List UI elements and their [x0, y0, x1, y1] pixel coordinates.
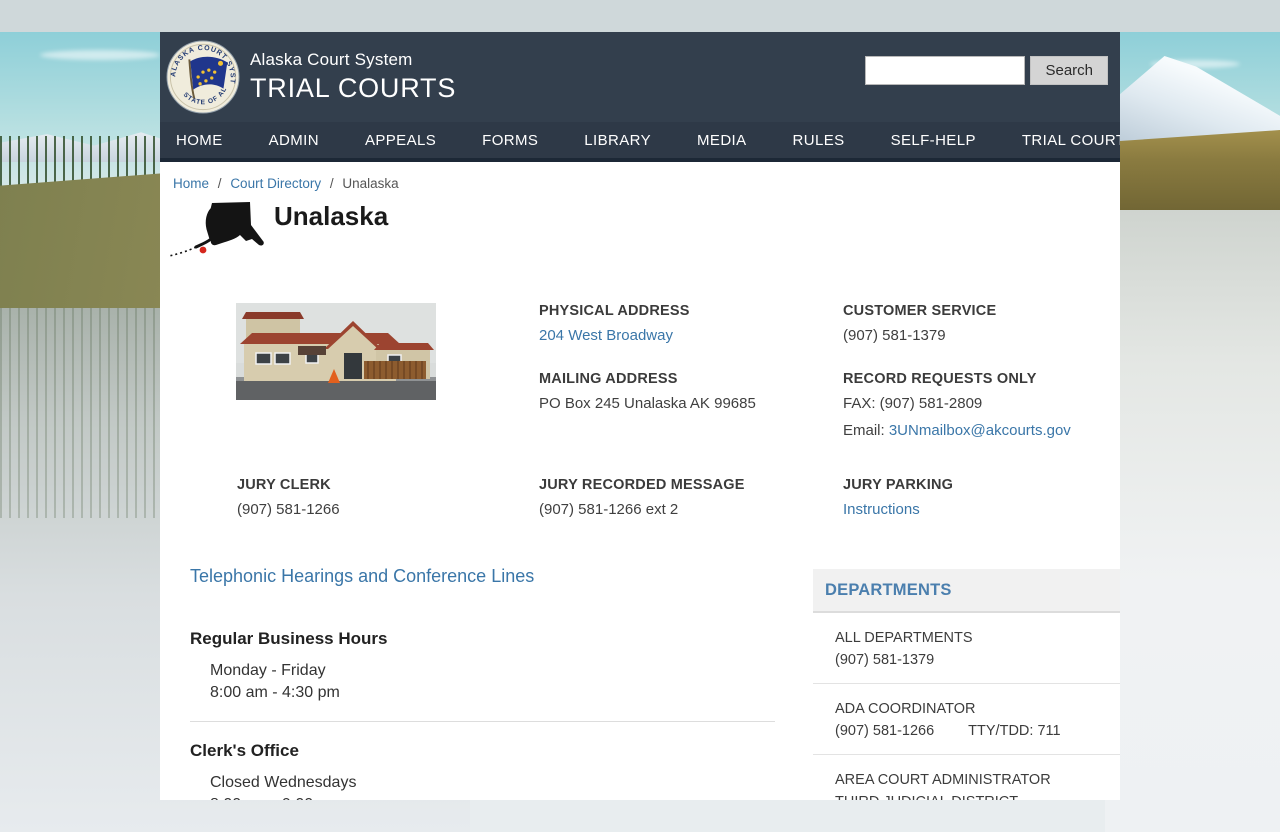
customer-service-label: CUSTOMER SERVICE — [843, 303, 997, 319]
breadcrumb-home-link[interactable]: Home — [173, 176, 209, 191]
hours-line: 8:00 am - 4:30 pm — [210, 684, 340, 701]
mailing-address-label: MAILING ADDRESS — [539, 371, 678, 387]
physical-address-label: PHYSICAL ADDRESS — [539, 303, 690, 319]
record-requests-email-line: Email: 3UNmailbox@akcourts.gov — [843, 421, 1120, 441]
clerks-office-title: Clerk's Office — [190, 741, 299, 760]
nav-item-rules[interactable]: RULES — [793, 132, 867, 149]
cloud-shape — [40, 50, 160, 60]
nav-item-admin[interactable]: ADMIN — [269, 132, 341, 149]
record-requests-label: RECORD REQUESTS ONLY — [843, 371, 1037, 387]
hours-line: 8:00 am - 9:00 am — [210, 794, 813, 800]
record-requests-fax: FAX: (907) 581-2809 — [843, 395, 983, 412]
jury-clerk-label: JURY CLERK — [237, 477, 331, 493]
record-requests-block: RECORD REQUESTS ONLY FAX: (907) 581-2809… — [843, 371, 1120, 441]
contact-grid: PHYSICAL ADDRESS 204 West Broadway MAILI… — [160, 303, 1120, 441]
customer-service-block: CUSTOMER SERVICE (907) 581-1379 — [843, 303, 1120, 346]
address-column: PHYSICAL ADDRESS 204 West Broadway MAILI… — [539, 303, 843, 441]
page-container: ALASKA COURT SYSTEM STATE OF ALASKA Alas… — [160, 32, 1120, 800]
department-name: AREA COURT ADMINISTRATOR — [835, 772, 1051, 788]
jury-parking-block: JURY PARKING Instructions — [843, 477, 1120, 520]
alaska-map-icon — [168, 202, 264, 257]
department-phone: (907) 581-1379 — [835, 652, 935, 668]
breadcrumb-separator: / — [217, 176, 222, 191]
departments-sidebar: DEPARTMENTS ALL DEPARTMENTS (907) 581-13… — [813, 569, 1120, 800]
jury-clerk-block: JURY CLERK (907) 581-1266 — [237, 477, 539, 520]
breadcrumb-court-directory-link[interactable]: Court Directory — [230, 176, 321, 191]
regular-hours-lines: Monday - Friday 8:00 am - 4:30 pm — [210, 660, 813, 704]
jury-clerk-phone: (907) 581-1266 — [237, 501, 340, 518]
nav-item-forms[interactable]: FORMS — [482, 132, 560, 149]
nav-item-appeals[interactable]: APPEALS — [365, 132, 458, 149]
departments-header: DEPARTMENTS — [813, 569, 1120, 613]
mailing-address-value: PO Box 245 Unalaska AK 99685 — [539, 395, 756, 412]
lower-section: Telephonic Hearings and Conference Lines… — [160, 566, 1120, 800]
nav-item-self-help[interactable]: SELF-HELP — [891, 132, 998, 149]
physical-address-link[interactable]: 204 West Broadway — [539, 327, 673, 344]
breadcrumb-separator: / — [329, 176, 334, 191]
jury-grid: JURY CLERK (907) 581-1266 JURY RECORDED … — [160, 477, 1120, 520]
breadcrumb: Home / Court Directory / Unalaska — [160, 162, 1120, 191]
department-name: ALL DEPARTMENTS — [835, 630, 973, 646]
mailing-address-block: MAILING ADDRESS PO Box 245 Unalaska AK 9… — [539, 371, 843, 414]
hours-line: Closed Wednesdays — [210, 774, 357, 791]
search-area: Search — [865, 55, 1108, 85]
jury-recorded-label: JURY RECORDED MESSAGE — [539, 477, 745, 493]
customer-service-phone: (907) 581-1379 — [843, 327, 946, 344]
hours-line: Monday - Friday — [210, 662, 326, 679]
department-district: THIRD JUDICIAL DISTRICT — [835, 791, 1114, 800]
nav-item-media[interactable]: MEDIA — [697, 132, 769, 149]
service-column: CUSTOMER SERVICE (907) 581-1379 RECORD R… — [843, 303, 1120, 441]
jury-recorded-block: JURY RECORDED MESSAGE (907) 581-1266 ext… — [539, 477, 843, 520]
jury-parking-instructions-link[interactable]: Instructions — [843, 501, 920, 518]
department-item-ada-coordinator[interactable]: ADA COORDINATOR (907) 581-1266 TTY/TDD: 7… — [813, 684, 1120, 755]
background-fog-right — [1105, 210, 1280, 832]
department-name: ADA COORDINATOR — [835, 701, 976, 717]
department-tty: TTY/TDD: 711 — [968, 723, 1061, 739]
title-row: Unalaska — [166, 199, 1120, 257]
nav-item-library[interactable]: LIBRARY — [584, 132, 673, 149]
main-nav: HOME ADMIN APPEALS FORMS LIBRARY MEDIA R… — [160, 122, 1120, 162]
search-input[interactable] — [865, 55, 1026, 85]
regular-hours-title: Regular Business Hours — [190, 629, 388, 648]
telephonic-hearings-link[interactable]: Telephonic Hearings and Conference Lines — [190, 566, 534, 587]
department-item-all-departments[interactable]: ALL DEPARTMENTS (907) 581-1379 — [813, 613, 1120, 684]
physical-address-block: PHYSICAL ADDRESS 204 West Broadway — [539, 303, 843, 346]
background-hill-right — [1105, 130, 1280, 216]
brand-top-text: Alaska Court System — [250, 50, 413, 69]
jury-parking-label: JURY PARKING — [843, 477, 954, 493]
page-title: Unalaska — [274, 201, 389, 231]
department-item-area-court-administrator[interactable]: AREA COURT ADMINISTRATOR THIRD JUDICIAL … — [813, 755, 1120, 800]
record-requests-email-link[interactable]: 3UNmailbox@akcourts.gov — [889, 422, 1071, 439]
hours-column: Telephonic Hearings and Conference Lines… — [160, 566, 813, 800]
department-phone: (907) 581-1266 — [835, 723, 935, 739]
background-mountain-right — [1105, 56, 1280, 144]
alaska-court-seal-logo: ALASKA COURT SYSTEM STATE OF ALASKA — [166, 40, 240, 114]
search-button[interactable]: Search — [1030, 55, 1108, 85]
jury-recorded-phone: (907) 581-1266 ext 2 — [539, 501, 679, 518]
brand-block: Alaska Court System TRIAL COURTS — [250, 50, 456, 104]
nav-item-trial-courts[interactable]: TRIAL COURTS — [1022, 132, 1120, 149]
courthouse-photo — [236, 303, 436, 400]
site-header: ALASKA COURT SYSTEM STATE OF ALASKA Alas… — [160, 32, 1120, 122]
unalaska-location-dot — [199, 246, 207, 254]
section-divider — [190, 721, 775, 722]
department-phone-line: (907) 581-1266 TTY/TDD: 711 — [835, 720, 1114, 742]
email-prefix: Email: — [843, 422, 889, 439]
brand-main-text: TRIAL COURTS — [250, 73, 457, 103]
breadcrumb-current: Unalaska — [342, 176, 399, 191]
clerks-office-lines: Closed Wednesdays 8:00 am - 9:00 am — [210, 772, 813, 800]
nav-item-home[interactable]: HOME — [176, 132, 245, 149]
